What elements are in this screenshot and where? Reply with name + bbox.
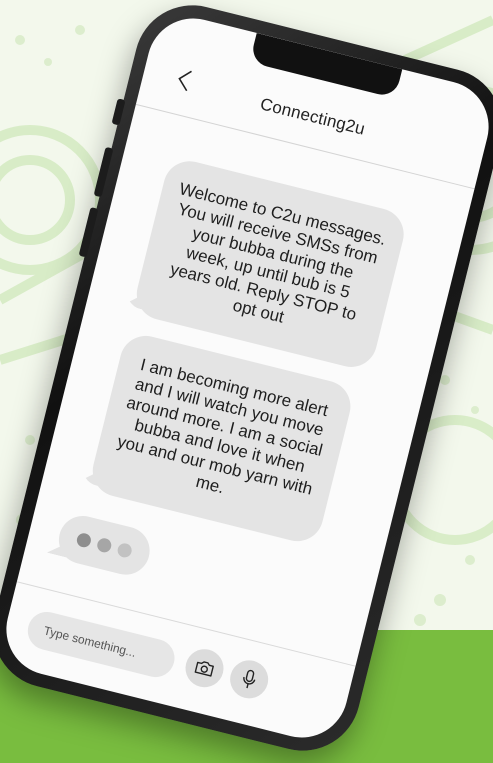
message-bubble: Welcome to C2u messages. You will receiv…	[131, 155, 410, 373]
bubble-tail	[47, 537, 70, 557]
bubble-tail	[123, 283, 154, 311]
camera-button[interactable]	[181, 645, 228, 692]
message-input[interactable]: Type something...	[23, 607, 179, 682]
chat-title: Connecting2u	[258, 94, 368, 139]
typing-indicator	[54, 510, 155, 580]
microphone-button[interactable]	[226, 656, 273, 703]
typing-dot	[95, 536, 113, 554]
message-text: I am becoming more alert and I will watc…	[115, 355, 331, 499]
typing-dot	[116, 541, 134, 559]
camera-icon	[194, 661, 214, 677]
microphone-icon	[243, 669, 256, 689]
typing-dot	[75, 531, 93, 549]
message-bubble: I am becoming more alert and I will watc…	[87, 330, 356, 547]
message-text: Welcome to C2u messages. You will receiv…	[168, 179, 388, 327]
bubble-tail	[79, 460, 110, 488]
